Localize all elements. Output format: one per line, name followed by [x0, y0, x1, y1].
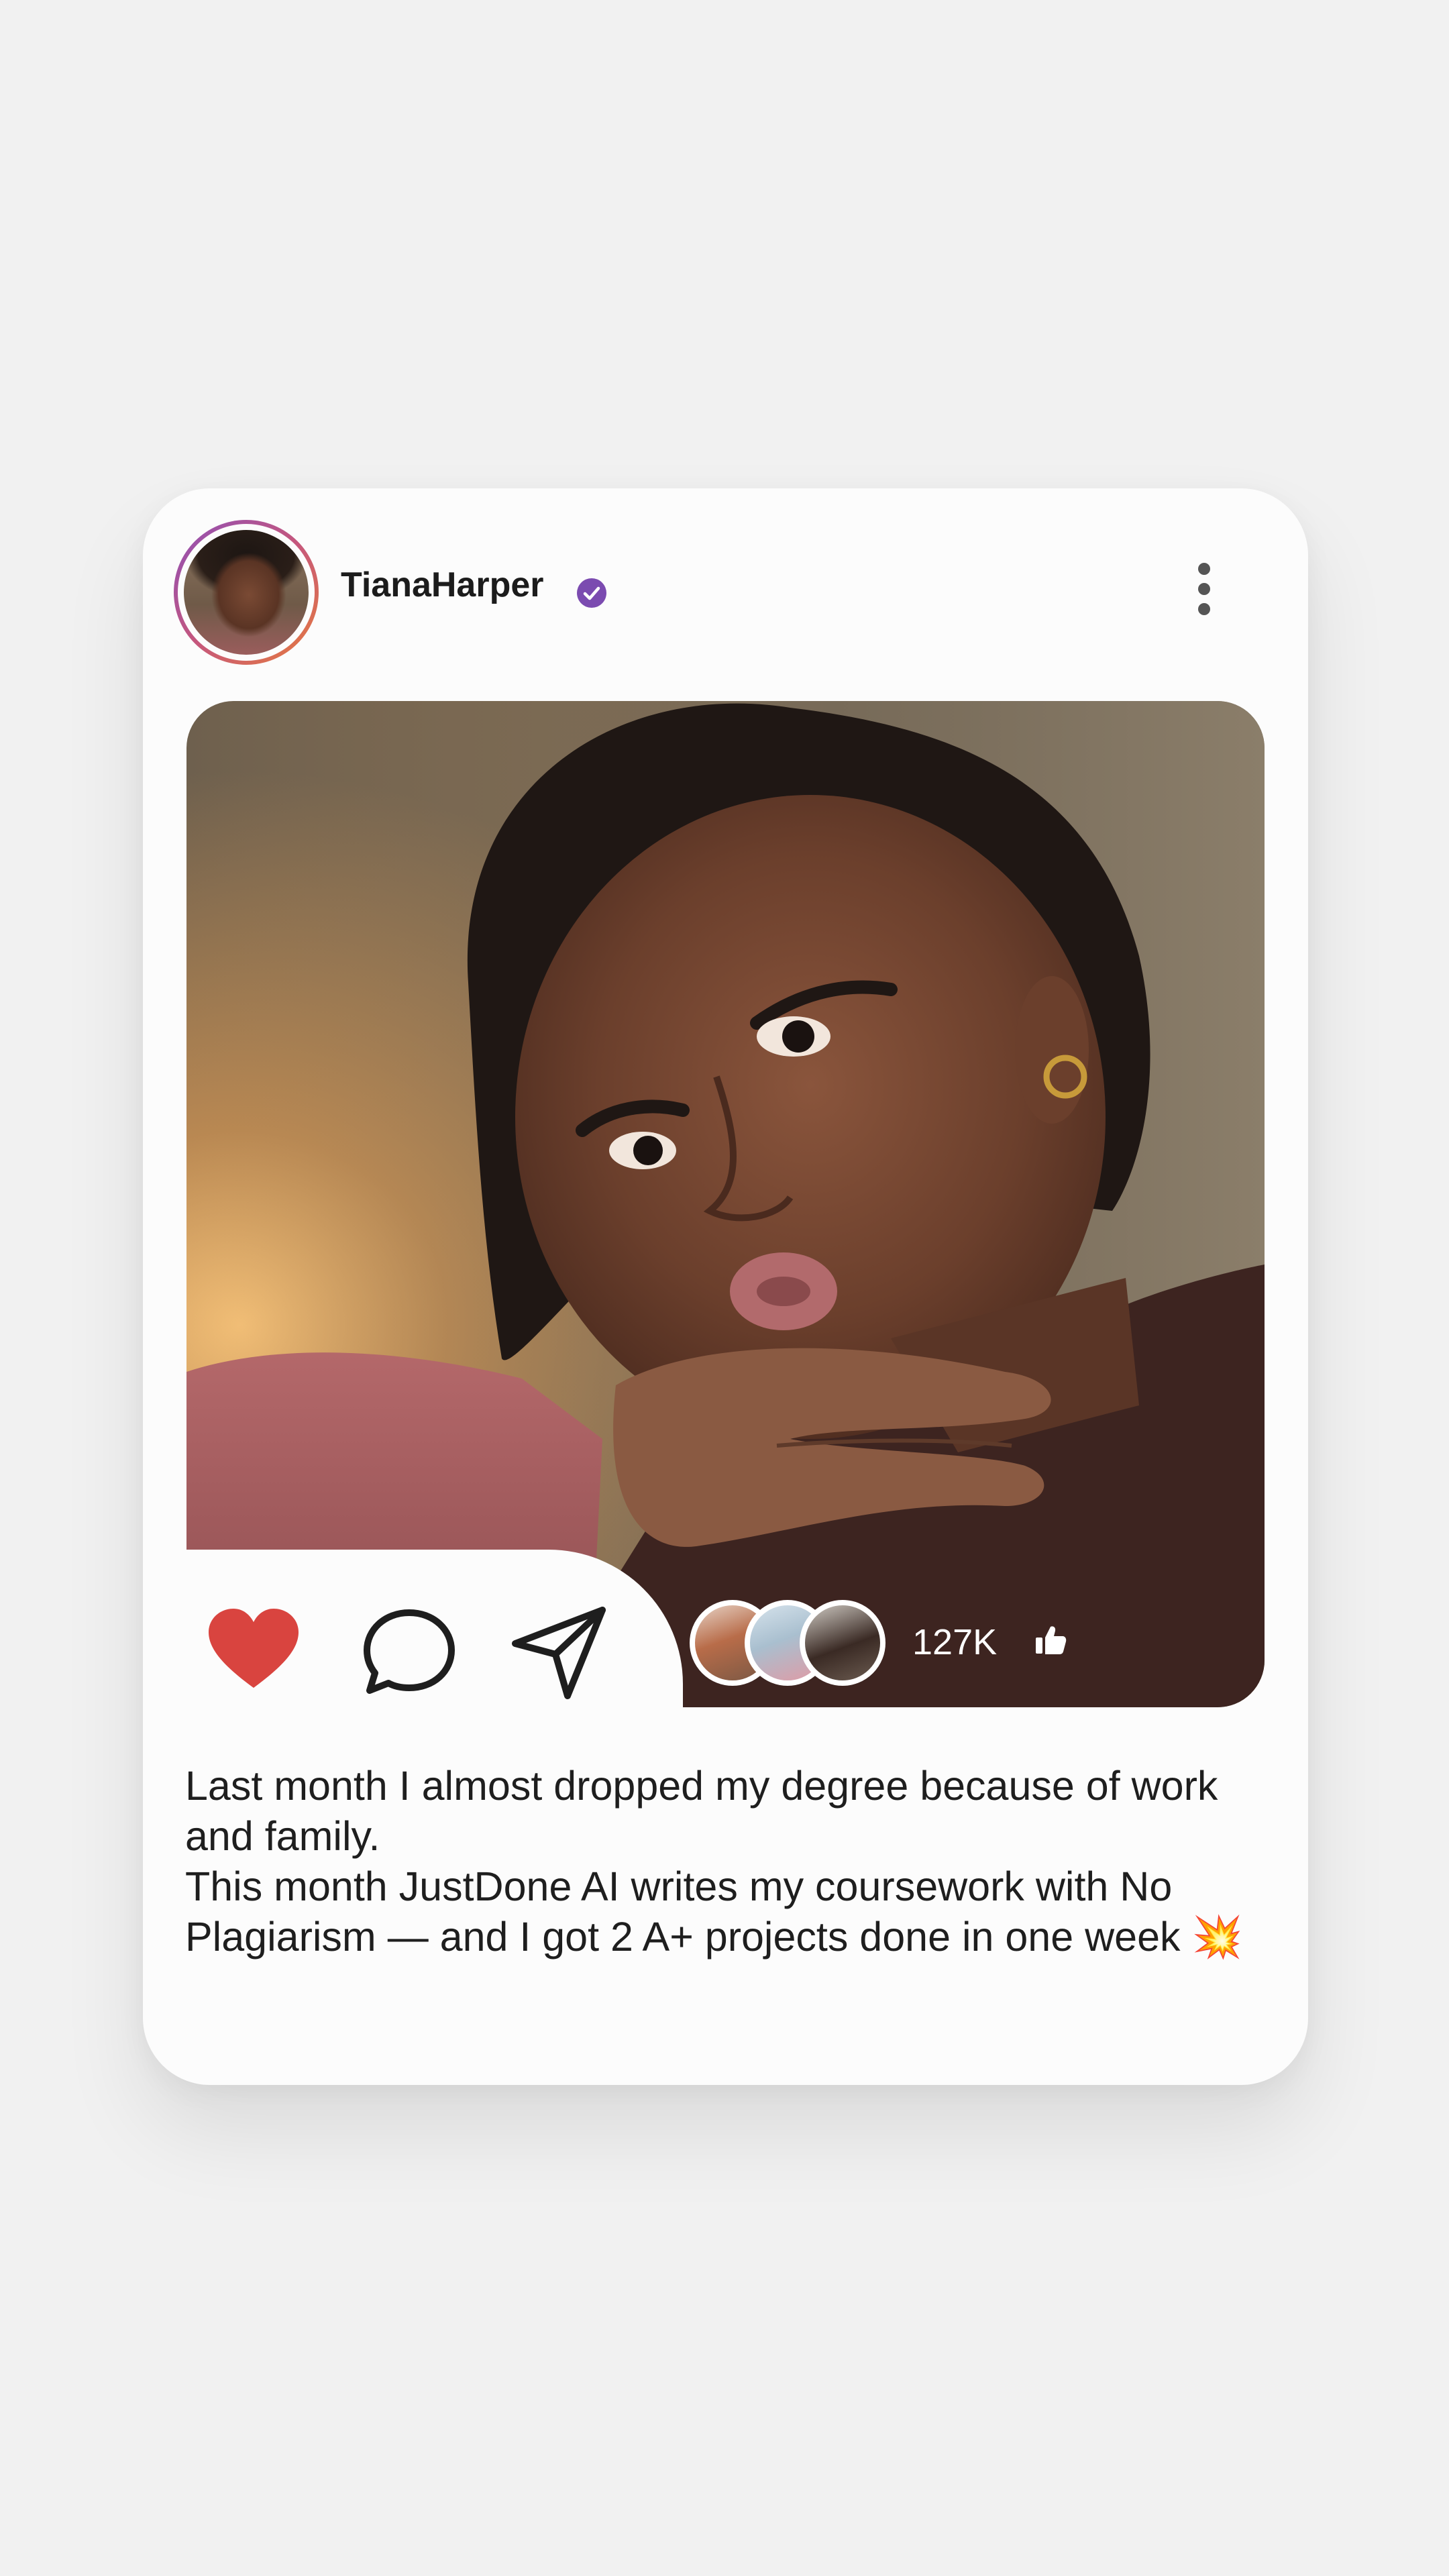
liked-by[interactable]: 127K [690, 1600, 1067, 1697]
avatar-photo [184, 530, 309, 655]
avatar[interactable] [174, 520, 319, 665]
heart-icon[interactable] [203, 1602, 304, 1703]
verified-badge-icon [577, 578, 606, 608]
more-options-icon[interactable] [1184, 559, 1224, 627]
thumbs-up-icon [1036, 1626, 1067, 1654]
send-arrow-icon[interactable] [508, 1602, 609, 1703]
liked-by-avatar [800, 1600, 885, 1686]
post-caption: Last month I almost dropped my degree be… [185, 1761, 1285, 1962]
likes-count: 127K [912, 1622, 998, 1662]
username[interactable]: TianaHarper [341, 568, 544, 602]
post-card: TianaHarper 127K Last month I almost dro… [143, 488, 1308, 2085]
comment-bubble-icon[interactable] [359, 1602, 460, 1703]
caption-line: Last month I almost dropped my degree be… [185, 1763, 1218, 1859]
caption-line: This month JustDone AI writes my coursew… [185, 1864, 1243, 1960]
